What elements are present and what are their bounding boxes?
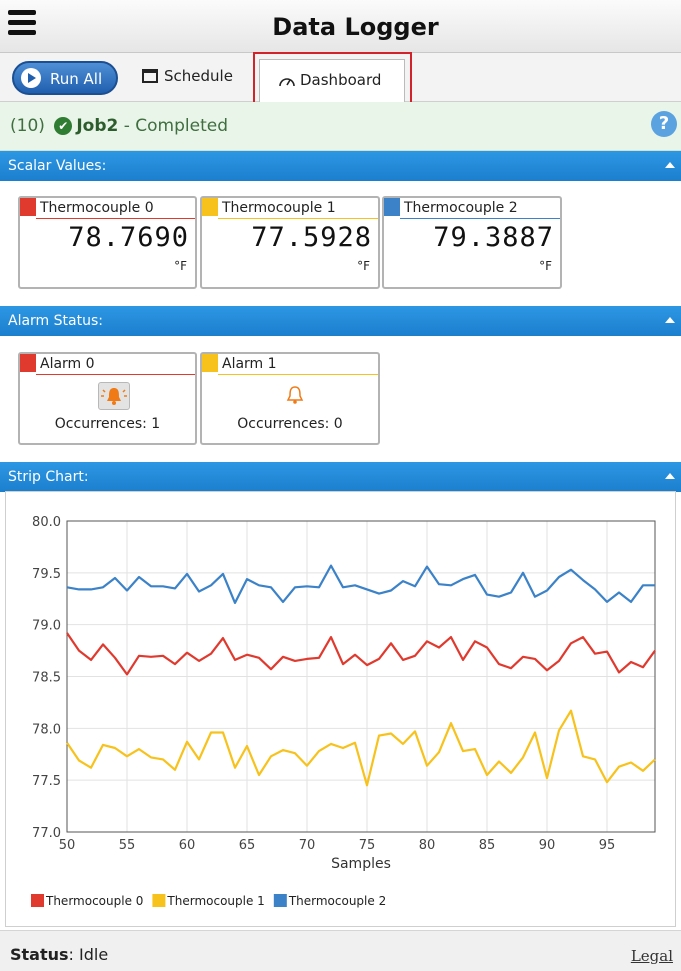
- scalar-value: 77.5928: [251, 222, 372, 253]
- alarm-status-header[interactable]: Alarm Status:: [0, 306, 681, 336]
- collapse-caret-icon[interactable]: [665, 317, 675, 323]
- scalar-unit: °F: [174, 259, 187, 273]
- y-tick-label: 79.5: [32, 567, 61, 582]
- scalar-card-tc1: Thermocouple 1 77.5928 °F: [200, 196, 380, 289]
- x-tick-label: 80: [419, 838, 436, 853]
- color-swatch: [202, 354, 218, 372]
- scalar-values-header[interactable]: Scalar Values:: [0, 151, 681, 181]
- y-tick-label: 77.5: [32, 774, 61, 789]
- legend-label: Thermocouple 1: [166, 894, 264, 908]
- y-tick-label: 78.5: [32, 671, 61, 686]
- scalar-unit: °F: [357, 259, 370, 273]
- bell-icon: [280, 382, 310, 408]
- legend-swatch: [31, 894, 44, 907]
- x-tick-label: 85: [479, 838, 496, 853]
- color-swatch: [202, 198, 218, 216]
- app-title: Data Logger: [272, 13, 439, 41]
- x-tick-label: 60: [179, 838, 196, 853]
- scalar-card-tc0: Thermocouple 0 78.7690 °F: [18, 196, 197, 289]
- alarm-occurrences: Occurrences: 0: [237, 416, 343, 432]
- y-tick-label: 78.0: [32, 722, 61, 737]
- strip-chart-title: Strip Chart:: [8, 469, 89, 485]
- collapse-caret-icon[interactable]: [665, 473, 675, 479]
- color-swatch: [384, 198, 400, 216]
- legal-link[interactable]: Legal: [631, 947, 673, 965]
- x-tick-label: 50: [59, 838, 76, 853]
- x-tick-label: 95: [599, 838, 616, 853]
- play-icon: [21, 68, 41, 88]
- legend-swatch: [273, 894, 287, 907]
- scalar-value: 79.3887: [433, 222, 554, 253]
- job-status-bar: (10) ✔ Job2 - Completed: [0, 102, 681, 151]
- job-count: (10): [10, 116, 45, 136]
- scalar-values-title: Scalar Values:: [8, 158, 107, 174]
- job-name: Job2: [76, 116, 119, 136]
- tab-schedule[interactable]: Schedule: [142, 67, 233, 85]
- legend-swatch: [152, 894, 166, 907]
- y-tick-label: 80.0: [32, 515, 61, 530]
- run-all-label: Run All: [50, 70, 103, 88]
- status-bar: Status: Idle Legal: [0, 930, 681, 971]
- scalar-unit: °F: [539, 259, 552, 273]
- alarm-name: Alarm 0: [40, 356, 95, 372]
- alarm-occurrences: Occurrences: 1: [54, 416, 161, 432]
- scalar-value: 78.7690: [68, 222, 189, 253]
- status-label: Status: [10, 945, 69, 964]
- x-axis-label: Samples: [331, 856, 391, 872]
- scalar-name: Thermocouple 2: [404, 200, 518, 216]
- color-swatch: [20, 198, 36, 216]
- strip-chart-panel: 77.0 77.5 78.0 78.5 79.0 79.5 80.0 50 55 60 65 70 75…: [5, 491, 676, 927]
- bell-active-icon[interactable]: [98, 382, 130, 410]
- alarm-card-1: Alarm 1 Occurrences: 0: [200, 352, 380, 445]
- strip-chart-header[interactable]: Strip Chart:: [0, 462, 681, 492]
- strip-chart: 77.0 77.5 78.0 78.5 79.0 79.5 80.0 50 55 60 65 70 75…: [31, 515, 656, 908]
- x-tick-label: 75: [359, 838, 376, 853]
- alarm-name: Alarm 1: [222, 356, 277, 372]
- check-circle-icon: ✔: [54, 117, 73, 135]
- y-tick-label: 79.0: [32, 619, 61, 634]
- x-tick-label: 90: [539, 838, 556, 853]
- scalar-card-tc2: Thermocouple 2 79.3887 °F: [382, 196, 562, 289]
- x-tick-label: 70: [299, 838, 316, 853]
- job-status-text: - Completed: [123, 116, 228, 136]
- status-value: Idle: [79, 945, 109, 964]
- alarm-status-title: Alarm Status:: [8, 313, 103, 329]
- legend-label: Thermocouple 0: [45, 894, 143, 908]
- scalar-name: Thermocouple 0: [40, 200, 154, 216]
- color-swatch: [20, 354, 36, 372]
- app-bar: Data Logger: [0, 0, 681, 53]
- run-all-button[interactable]: Run All: [12, 61, 118, 95]
- legend-label: Thermocouple 2: [288, 894, 386, 908]
- x-tick-label: 55: [119, 838, 136, 853]
- x-tick-label: 65: [239, 838, 256, 853]
- collapse-caret-icon[interactable]: [665, 162, 675, 168]
- help-icon[interactable]: ?: [651, 111, 677, 137]
- calendar-icon: [142, 69, 158, 83]
- y-tick-label: 77.0: [32, 826, 61, 841]
- scalar-name: Thermocouple 1: [222, 200, 336, 216]
- tab-schedule-label: Schedule: [164, 67, 233, 85]
- alarm-card-0: Alarm 0 Occurrences: 1: [18, 352, 197, 445]
